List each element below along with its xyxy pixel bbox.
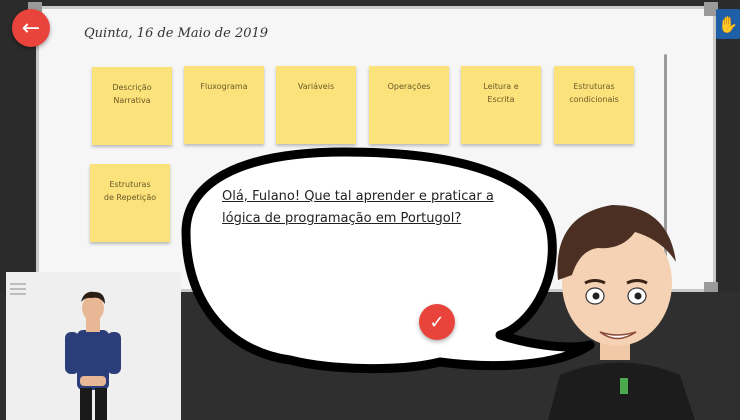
- dialog-message: Olá, Fulano! Que tal aprender e praticar…: [222, 189, 494, 226]
- speech-bubble: [181, 147, 595, 374]
- character-avatar: [548, 205, 695, 420]
- sign-language-button[interactable]: ✋: [716, 9, 740, 39]
- back-button[interactable]: ←: [12, 9, 50, 47]
- sign-language-icon: ✋: [718, 14, 738, 34]
- confirm-button[interactable]: ✓: [419, 304, 455, 340]
- check-icon: ✓: [429, 311, 445, 333]
- interpreter-avatar: [65, 291, 121, 420]
- arrow-left-icon: ←: [21, 15, 41, 41]
